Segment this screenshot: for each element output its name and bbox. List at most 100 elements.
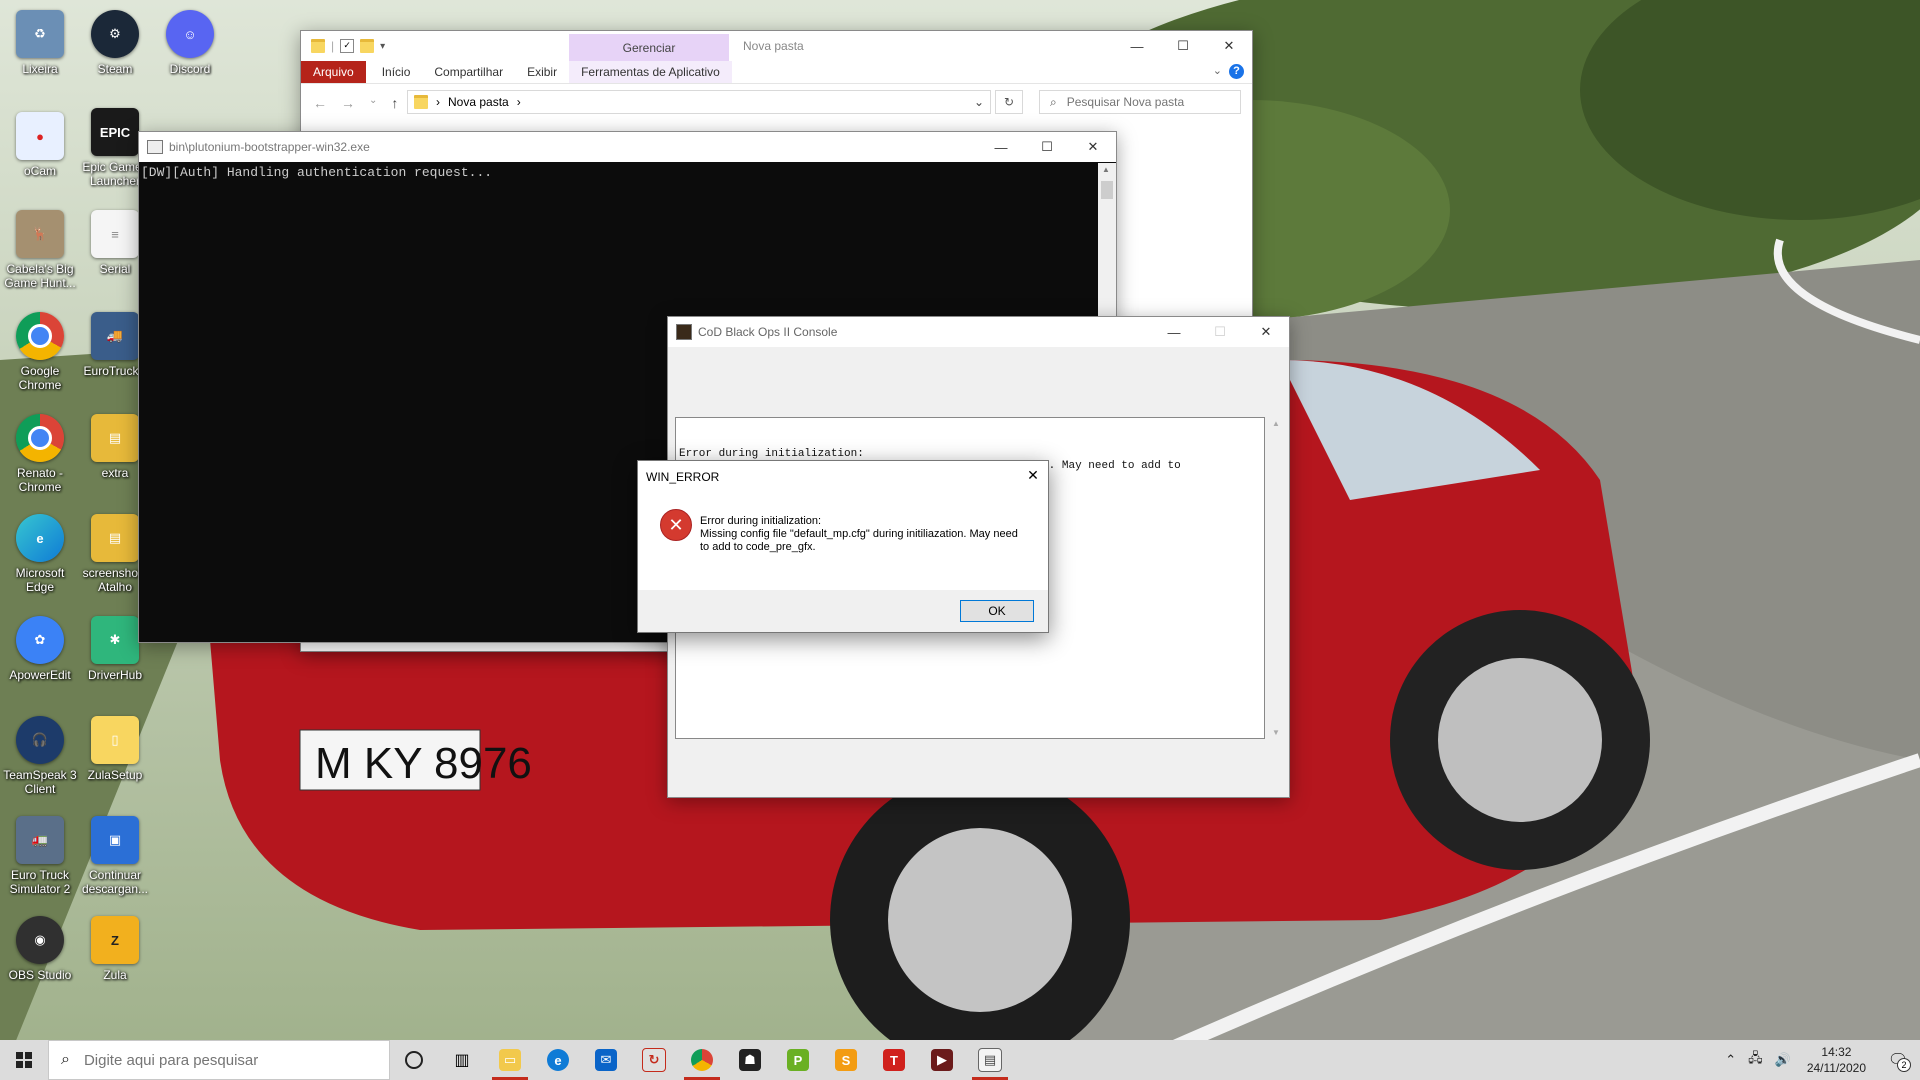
maximize-button: ☐ bbox=[1197, 317, 1243, 347]
refresh-button[interactable]: ↻ bbox=[995, 90, 1023, 114]
console-titlebar[interactable]: bin\plutonium-bootstrapper-win32.exe — ☐… bbox=[139, 132, 1116, 162]
tab-share[interactable]: Compartilhar bbox=[422, 61, 515, 83]
separator-icon: | bbox=[331, 39, 335, 53]
taskbar-app-sync[interactable]: ↻ bbox=[630, 1040, 678, 1080]
tab-view[interactable]: Exibir bbox=[515, 61, 569, 83]
desktop-icon-apoweredit[interactable]: ✿ ApowerEdit bbox=[0, 616, 80, 682]
desktop-icon-renato-chrome[interactable]: Renato - Chrome bbox=[0, 414, 80, 494]
breadcrumb-nova-pasta[interactable]: Nova pasta bbox=[448, 95, 509, 109]
task-view-button[interactable]: ▥ bbox=[438, 1040, 486, 1080]
console-caption-buttons: — ☐ ✕ bbox=[978, 132, 1116, 162]
taskbar-file-explorer[interactable]: ▭ bbox=[486, 1040, 534, 1080]
maximize-icon: ☐ bbox=[1214, 324, 1226, 339]
desktop-icon-discord[interactable]: ☺ Discord bbox=[150, 10, 230, 76]
properties-icon[interactable]: ✓ bbox=[340, 39, 355, 53]
archive-icon: ▤ bbox=[91, 414, 139, 462]
cod-titlebar[interactable]: CoD Black Ops II Console — ☐ ✕ bbox=[668, 317, 1289, 347]
explorer-search-input[interactable] bbox=[1064, 94, 1219, 110]
folder-icon: ▭ bbox=[499, 1049, 521, 1071]
console-app-icon bbox=[147, 140, 163, 154]
address-dropdown-icon[interactable]: ⌄ bbox=[974, 95, 984, 109]
taskbar-search-box[interactable]: ⌕ bbox=[48, 1040, 390, 1080]
taskbar-console[interactable]: ▤ bbox=[966, 1040, 1014, 1080]
show-hidden-icons-icon[interactable]: ⌃ bbox=[1719, 1052, 1742, 1068]
clock[interactable]: 14:32 24/11/2020 bbox=[1797, 1044, 1876, 1076]
windows-logo-icon bbox=[16, 1052, 32, 1068]
new-folder-icon[interactable] bbox=[360, 39, 375, 53]
volume-icon[interactable]: 🔊 bbox=[1769, 1052, 1797, 1068]
app-t-icon: T bbox=[883, 1049, 905, 1071]
expand-ribbon-icon[interactable]: ⌄ bbox=[1213, 64, 1222, 77]
cod-log-scrollbar[interactable]: ▲ ▼ bbox=[1268, 417, 1284, 739]
scroll-up-icon[interactable]: ▲ bbox=[1268, 417, 1284, 428]
edge-icon: e bbox=[547, 1049, 569, 1071]
desktop-icon-zula[interactable]: Z Zula bbox=[75, 916, 155, 982]
svg-text:M KY 8976: M KY 8976 bbox=[315, 739, 532, 788]
taskbar-black-ops[interactable]: ☗ bbox=[726, 1040, 774, 1080]
desktop-icon-recycle-bin[interactable]: ♻ Lixeira bbox=[0, 10, 80, 76]
breadcrumb-separator-icon: › bbox=[436, 95, 440, 109]
desktop-icon-zulasetup[interactable]: ▯ ZulaSetup bbox=[75, 716, 155, 782]
taskbar-app-p[interactable]: P bbox=[774, 1040, 822, 1080]
close-icon: ✕ bbox=[1027, 467, 1039, 483]
desktop-icon-label: Renato - Chrome bbox=[16, 466, 64, 494]
desktop-icon-cabelas[interactable]: 🦌 Cabela's Big Game Hunt... bbox=[0, 210, 80, 290]
close-button[interactable]: ✕ bbox=[1070, 132, 1116, 162]
epic-games-icon: EPIC bbox=[91, 108, 139, 156]
error-titlebar[interactable]: WIN_ERROR ✕ bbox=[638, 461, 1048, 491]
minimize-icon: — bbox=[1167, 324, 1181, 340]
taskbar-media[interactable]: ▶ bbox=[918, 1040, 966, 1080]
cortana-button[interactable] bbox=[390, 1040, 438, 1080]
minimize-button[interactable]: — bbox=[1114, 31, 1160, 61]
explorer-titlebar[interactable]: | ✓ ▾ Gerenciar Nova pasta — ☐ ✕ bbox=[301, 31, 1252, 61]
start-button[interactable] bbox=[0, 1040, 48, 1080]
tab-application-tools[interactable]: Ferramentas de Aplicativo bbox=[569, 61, 732, 83]
tab-file[interactable]: Arquivo bbox=[301, 61, 366, 83]
desktop-icon-label: TeamSpeak 3 Client bbox=[3, 768, 77, 796]
notification-center-button[interactable]: 🗨 2 bbox=[1876, 1040, 1920, 1080]
desktop-icon-continuar[interactable]: ▣ Continuar descargan... bbox=[75, 816, 155, 896]
cod-app-icon bbox=[676, 324, 692, 340]
desktop-icon-ocam[interactable]: ● oCam bbox=[0, 112, 80, 178]
minimize-button[interactable]: — bbox=[978, 132, 1024, 162]
back-arrow-icon[interactable]: ← bbox=[313, 95, 327, 111]
chrome-icon bbox=[16, 312, 64, 360]
maximize-button[interactable]: ☐ bbox=[1160, 31, 1206, 61]
desktop-icon-obs[interactable]: ◉ OBS Studio bbox=[0, 916, 80, 982]
desktop-icon-steam[interactable]: ⚙ Steam bbox=[75, 10, 155, 76]
desktop-icon-teamspeak[interactable]: 🎧 TeamSpeak 3 Client bbox=[0, 716, 80, 796]
close-button[interactable]: ✕ bbox=[1024, 467, 1042, 485]
up-arrow-icon[interactable]: ↑ bbox=[391, 95, 398, 111]
cod-caption-buttons: — ☐ ✕ bbox=[1151, 317, 1289, 347]
taskbar-app-s[interactable]: S bbox=[822, 1040, 870, 1080]
taskbar-chrome[interactable] bbox=[678, 1040, 726, 1080]
maximize-button[interactable]: ☐ bbox=[1024, 132, 1070, 162]
address-field[interactable]: › Nova pasta › ⌄ bbox=[407, 90, 991, 114]
zula-icon: Z bbox=[91, 916, 139, 964]
close-button[interactable]: ✕ bbox=[1243, 317, 1289, 347]
customize-toolbar-icon[interactable]: ▾ bbox=[380, 41, 385, 52]
taskbar: ⌕ ▥ ▭ e ✉ ↻ ☗ P S T ▶ ▤ ⌃ 🖧 🔊 14:32 24/1… bbox=[0, 1040, 1920, 1080]
scroll-up-icon[interactable]: ▲ bbox=[1102, 165, 1110, 174]
minimize-button[interactable]: — bbox=[1151, 317, 1197, 347]
close-button[interactable]: ✕ bbox=[1206, 31, 1252, 61]
close-icon: ✕ bbox=[1087, 139, 1099, 154]
desktop-icon-google-chrome[interactable]: Google Chrome bbox=[0, 312, 80, 392]
tab-home[interactable]: Início bbox=[370, 61, 423, 83]
taskbar-app-t[interactable]: T bbox=[870, 1040, 918, 1080]
desktop-icon-euro-truck-2[interactable]: 🚛 Euro Truck Simulator 2 bbox=[0, 816, 80, 896]
taskbar-mail[interactable]: ✉ bbox=[582, 1040, 630, 1080]
desktop-icon-microsoft-edge[interactable]: e Microsoft Edge bbox=[0, 514, 80, 594]
scrollbar-thumb[interactable] bbox=[1101, 181, 1113, 199]
help-icon[interactable]: ? bbox=[1229, 64, 1244, 79]
taskbar-edge[interactable]: e bbox=[534, 1040, 582, 1080]
chrome-icon bbox=[691, 1049, 713, 1071]
explorer-search-box[interactable]: ⌕ bbox=[1039, 90, 1241, 114]
ok-button[interactable]: OK bbox=[960, 600, 1034, 622]
error-title: WIN_ERROR bbox=[646, 470, 720, 484]
forward-arrow-icon[interactable]: → bbox=[341, 95, 355, 111]
taskbar-search-input[interactable] bbox=[81, 1050, 366, 1070]
scroll-down-icon[interactable]: ▼ bbox=[1268, 728, 1284, 737]
network-icon[interactable]: 🖧 bbox=[1742, 1049, 1769, 1071]
recent-locations-icon[interactable]: ⌄ bbox=[369, 95, 377, 111]
